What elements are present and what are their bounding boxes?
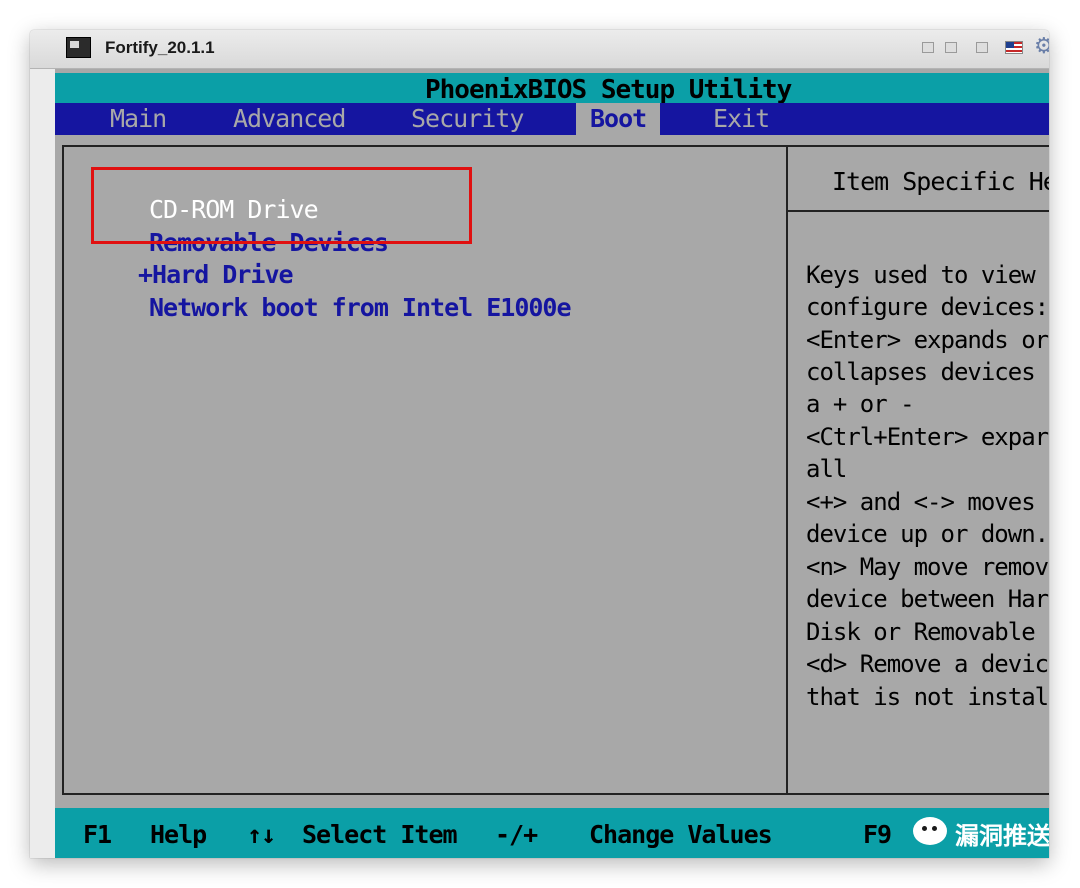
help-line: <n> May move remov <box>806 553 1049 581</box>
help-panel: Item Specific He Keys used to view confi… <box>788 145 1049 795</box>
restore-icon[interactable] <box>945 42 957 53</box>
maximize-icon[interactable] <box>976 42 988 53</box>
help-line: collapses devices <box>806 358 1036 386</box>
vm-window: Fortify_20.1.1 ⚙ PhoenixBIOS Setup Utili… <box>30 30 1049 858</box>
help-line: configure devices: <box>806 293 1049 321</box>
window-titlebar[interactable]: Fortify_20.1.1 ⚙ <box>30 30 1049 69</box>
help-line: a + or - <box>806 390 915 418</box>
menu-advanced[interactable]: Advanced <box>233 103 346 135</box>
help-line: device between Har <box>806 585 1049 613</box>
key-change-label: Change Values <box>589 820 773 849</box>
boot-item-network[interactable]: Network boot from Intel E1000e <box>149 293 572 322</box>
gear-icon[interactable]: ⚙ <box>1034 34 1049 59</box>
bios-status-bar: F1 Help ↑↓ Select Item -/+ Change Values… <box>55 808 1049 858</box>
menu-exit[interactable]: Exit <box>713 103 770 135</box>
help-line: all <box>806 455 847 483</box>
help-divider <box>788 210 1049 212</box>
boot-item-hard-drive[interactable]: +Hard Drive <box>138 260 294 289</box>
key-arrows: ↑↓ <box>247 820 276 849</box>
help-line: <Ctrl+Enter> expar <box>806 423 1049 451</box>
help-line: <d> Remove a devic <box>806 650 1049 678</box>
menu-security[interactable]: Security <box>411 103 524 135</box>
key-f1: F1 <box>83 820 112 849</box>
key-arrows-label: Select Item <box>302 820 458 849</box>
bios-menu-bar: Main Advanced Security Boot Exit <box>55 103 1049 135</box>
wechat-icon <box>913 817 947 845</box>
help-line: that is not instal <box>806 683 1049 711</box>
menu-boot[interactable]: Boot <box>576 103 661 135</box>
help-line: <Enter> expands or <box>806 326 1049 354</box>
help-line: Keys used to view <box>806 261 1036 289</box>
key-change: -/+ <box>495 820 538 849</box>
help-line: <+> and <-> moves <box>806 488 1036 516</box>
help-line: Disk or Removable <box>806 618 1036 646</box>
boot-order-panel: CD-ROM Drive Removable Devices +Hard Dri… <box>62 145 788 795</box>
menu-main[interactable]: Main <box>110 103 167 135</box>
flag-icon[interactable] <box>1005 41 1023 54</box>
minimize-icon[interactable] <box>922 42 934 53</box>
key-f9: F9 <box>863 820 892 849</box>
bios-title-bar: PhoenixBIOS Setup Utility <box>55 73 1049 105</box>
watermark-text: 漏洞推送 <box>955 822 1049 850</box>
bios-title: PhoenixBIOS Setup Utility <box>425 75 792 105</box>
help-header: Item Specific He <box>832 167 1049 196</box>
boot-item-removable[interactable]: Removable Devices <box>149 228 389 257</box>
help-line: device up or down. <box>806 520 1049 548</box>
boot-item-cdrom[interactable]: CD-ROM Drive <box>149 195 319 224</box>
window-title: Fortify_20.1.1 <box>105 38 215 57</box>
bios-screen: PhoenixBIOS Setup Utility Main Advanced … <box>55 69 1049 858</box>
key-f1-label: Help <box>150 820 207 849</box>
app-icon <box>66 37 91 58</box>
